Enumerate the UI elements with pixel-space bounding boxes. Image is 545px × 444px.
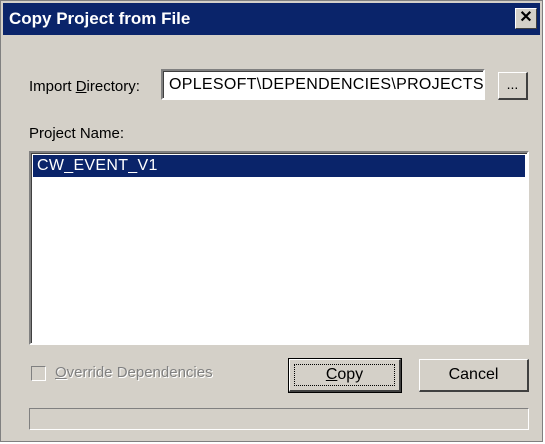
override-dependencies-checkbox[interactable] <box>31 366 46 381</box>
project-name-label: Project Name: <box>29 125 125 142</box>
close-button[interactable]: ✕ <box>515 8 537 29</box>
dialog-title: Copy Project from File <box>9 9 191 28</box>
project-list-item-selected[interactable]: CW_EVENT_V1 <box>33 155 525 177</box>
close-icon: ✕ <box>519 9 533 26</box>
browse-directory-button[interactable]: ... <box>498 72 528 100</box>
status-bar <box>29 408 529 430</box>
import-directory-label: Import Directory: <box>29 78 140 95</box>
override-dependencies-label: Override Dependencies <box>55 364 213 381</box>
import-directory-input[interactable]: OPLESOFT\DEPENDENCIES\PROJECTS <box>161 69 485 100</box>
copy-project-dialog: Copy Project from File ✕ Import Director… <box>0 0 543 442</box>
copy-button[interactable]: Copy <box>288 358 402 393</box>
project-list[interactable]: CW_EVENT_V1 <box>29 151 529 345</box>
cancel-button[interactable]: Cancel <box>419 359 529 392</box>
title-bar[interactable]: Copy Project from File ✕ <box>3 3 540 35</box>
